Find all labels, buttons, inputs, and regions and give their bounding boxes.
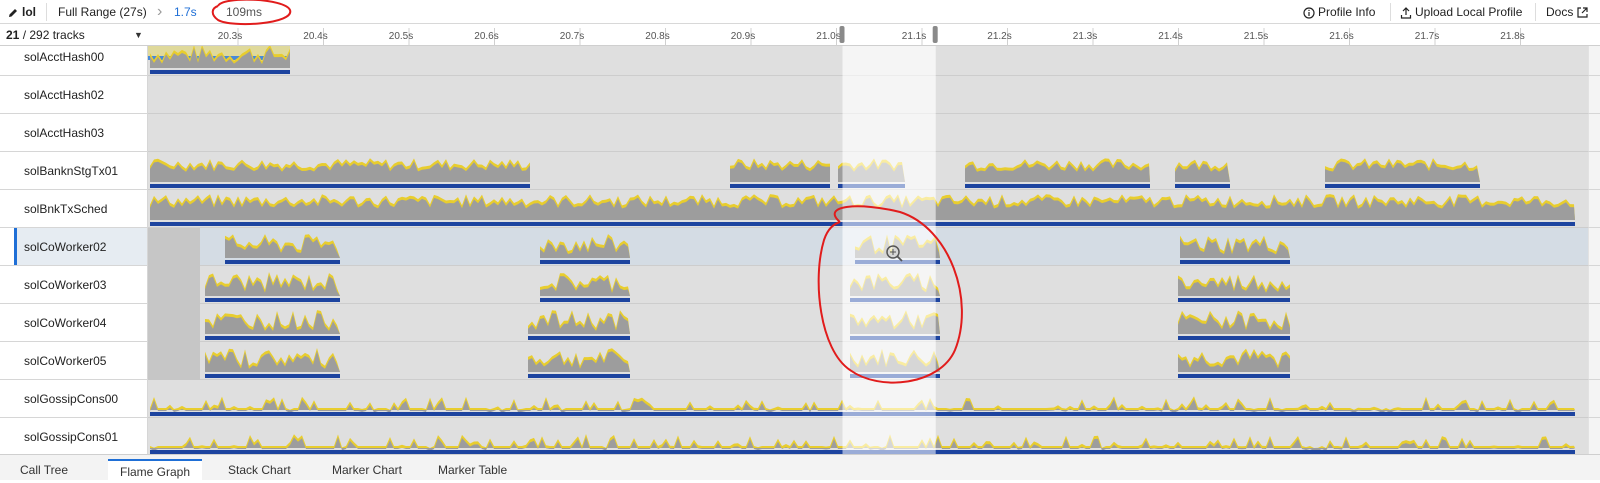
- bottom-tab[interactable]: Flame Graph: [108, 459, 203, 483]
- bottom-tab-bar: Call Tree Flame Graph Stack Chart Marker Ch…: [0, 454, 1600, 483]
- bottom-tab[interactable]: Marker Table: [438, 463, 507, 477]
- selection-overlay: [148, 0, 1588, 454]
- bottom-tab[interactable]: Call Tree: [20, 463, 68, 477]
- selection-handle[interactable]: [932, 26, 938, 43]
- annotation-circle-selection-duration: [211, 0, 292, 26]
- bottom-tab[interactable]: Marker Chart: [332, 463, 402, 477]
- selection-highlight[interactable]: [842, 46, 936, 454]
- selection-dim-right: [935, 46, 1588, 454]
- selection-handle[interactable]: [839, 26, 845, 43]
- bottom-tab[interactable]: Stack Chart: [228, 463, 291, 477]
- selection-dim-left: [148, 46, 843, 454]
